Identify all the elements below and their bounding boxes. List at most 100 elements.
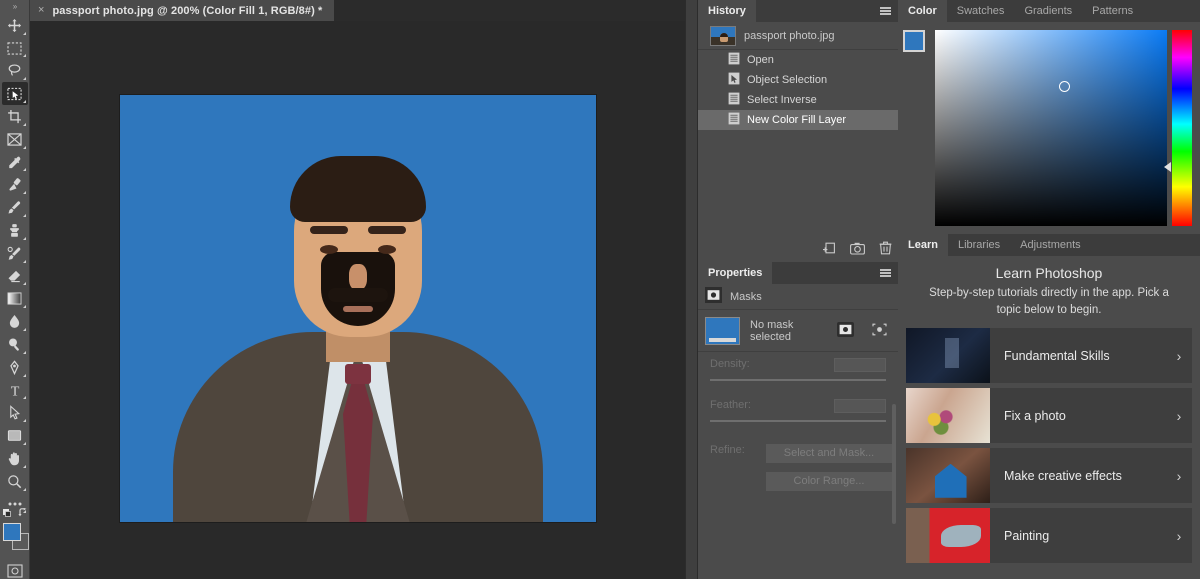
chevron-right-icon: › [1176, 407, 1182, 424]
type-tool[interactable]: T [2, 379, 28, 402]
add-pixel-mask-button[interactable] [837, 321, 854, 340]
learn-panel-tabbar: Learn Libraries Adjustments [898, 234, 1200, 256]
mask-thumbnail[interactable] [705, 316, 740, 345]
blur-tool[interactable] [2, 310, 28, 333]
tool-options-corner-icon [22, 54, 26, 58]
object-selection-tool[interactable] [1, 82, 28, 106]
document-tab[interactable]: × passport photo.jpg @ 200% (Color Fill … [30, 0, 335, 21]
learn-item-label: Painting [1004, 528, 1050, 543]
learn-item-label: Fix a photo [1004, 408, 1066, 423]
eyedropper-tool[interactable] [2, 151, 28, 174]
refine-row: Refine: Select and Mask... Color Range..… [698, 422, 898, 491]
learn-item-fix-a-photo[interactable]: Fix a photo › [906, 388, 1192, 444]
move-tool[interactable] [2, 14, 28, 37]
tab-gradients[interactable]: Gradients [1014, 0, 1083, 22]
learn-title: Learn Photoshop [995, 265, 1103, 281]
tool-options-corner-icon [22, 487, 26, 491]
add-vector-mask-button[interactable] [871, 322, 888, 340]
properties-scrollbar[interactable] [892, 404, 896, 524]
document-icon [728, 52, 740, 68]
portrait-lips [343, 306, 373, 312]
hue-slider-marker[interactable] [1164, 162, 1171, 173]
path-selection-tool[interactable] [2, 401, 28, 424]
color-picker-field[interactable] [935, 30, 1167, 226]
tool-options-corner-icon [22, 100, 26, 104]
color-picker-cursor[interactable] [1059, 81, 1071, 93]
zoom-tool[interactable] [2, 470, 28, 493]
color-panel-foreground-swatch[interactable] [903, 30, 925, 52]
tab-learn[interactable]: Learn [898, 234, 948, 256]
frame-tool[interactable] [2, 128, 28, 151]
quick-mask-button[interactable] [6, 563, 24, 579]
spot-healing-brush-tool[interactable] [2, 173, 28, 196]
tab-history[interactable]: History [698, 0, 756, 22]
close-icon[interactable]: × [38, 5, 44, 16]
color-panel-tabbar: Color Swatches Gradients Patterns [898, 0, 1200, 22]
history-source-state[interactable]: passport photo.jpg [698, 22, 898, 50]
clone-stamp-tool[interactable] [2, 219, 28, 242]
tool-options-corner-icon [22, 396, 26, 400]
density-value-field[interactable] [834, 358, 886, 372]
tool-options-corner-icon [22, 214, 26, 218]
tool-options-corner-icon [22, 31, 26, 35]
pen-tool[interactable] [2, 356, 28, 379]
hue-slider[interactable] [1172, 30, 1192, 226]
portrait-eyebrow-left [310, 226, 348, 234]
gradient-tool[interactable] [2, 287, 28, 310]
svg-text:T: T [10, 383, 19, 397]
history-brush-tool[interactable] [2, 242, 28, 265]
brush-tool[interactable] [2, 196, 28, 219]
history-item[interactable]: Open [698, 50, 898, 70]
feather-value-field[interactable] [834, 399, 886, 413]
portrait-eye-right [378, 245, 396, 254]
eraser-tool[interactable] [2, 265, 28, 288]
foreground-color-swatch[interactable] [2, 523, 21, 542]
color-panel-swatches [898, 22, 936, 234]
tutorial-thumbnail [906, 328, 990, 384]
crop-tool[interactable] [2, 105, 28, 128]
rectangular-marquee-tool[interactable] [2, 37, 28, 60]
properties-panel-tabbar: Properties [698, 262, 898, 284]
tab-libraries[interactable]: Libraries [947, 234, 1011, 256]
history-item[interactable]: Object Selection [698, 70, 898, 90]
tab-color[interactable]: Color [898, 0, 947, 22]
tool-options-corner-icon [22, 442, 26, 446]
masks-label: Masks [730, 290, 762, 303]
create-document-from-state-button[interactable] [822, 241, 836, 258]
properties-panel-menu-icon[interactable] [880, 262, 891, 284]
history-item[interactable]: Select Inverse [698, 90, 898, 110]
color-range-button[interactable]: Color Range... [766, 472, 892, 491]
chevron-right-icon: › [1176, 467, 1182, 484]
tab-properties[interactable]: Properties [698, 262, 773, 284]
hand-tool[interactable] [2, 447, 28, 470]
history-panel-tabbar: History [698, 0, 898, 22]
feather-row: Feather: [698, 381, 898, 422]
canvas-area[interactable] [30, 21, 685, 579]
tool-options-corner-icon [22, 305, 26, 309]
tab-swatches[interactable]: Swatches [946, 0, 1015, 22]
dodge-tool[interactable] [2, 333, 28, 356]
image-canvas[interactable] [120, 95, 596, 522]
history-panel-menu-icon[interactable] [880, 0, 891, 22]
lasso-tool[interactable] [2, 59, 28, 82]
expand-toolbar-icon[interactable]: » [0, 0, 30, 14]
learn-item-label: Make creative effects [1004, 468, 1122, 483]
history-item-selected[interactable]: New Color Fill Layer [698, 110, 898, 130]
learn-item-fundamental-skills[interactable]: Fundamental Skills › [906, 328, 1192, 384]
tab-patterns[interactable]: Patterns [1082, 0, 1144, 22]
history-panel: passport photo.jpg Open Object Selection… [698, 22, 898, 262]
select-and-mask-button[interactable]: Select and Mask... [766, 444, 892, 463]
panel-divider [685, 0, 698, 579]
tab-adjustments[interactable]: Adjustments [1010, 234, 1091, 256]
create-snapshot-button[interactable] [850, 242, 865, 258]
learn-subtitle: Step-by-step tutorials directly in the a… [929, 287, 1169, 316]
learn-item-make-creative-effects[interactable]: Make creative effects › [906, 448, 1192, 504]
refine-label: Refine: [710, 444, 745, 456]
learn-item-painting[interactable]: Painting › [906, 508, 1192, 564]
rectangle-tool[interactable] [2, 424, 28, 447]
document-tab-bar: × passport photo.jpg @ 200% (Color Fill … [30, 0, 685, 21]
delete-state-button[interactable] [879, 241, 892, 258]
tutorial-thumbnail [906, 448, 990, 504]
portrait-nose [349, 264, 367, 290]
mask-icon [705, 287, 722, 306]
